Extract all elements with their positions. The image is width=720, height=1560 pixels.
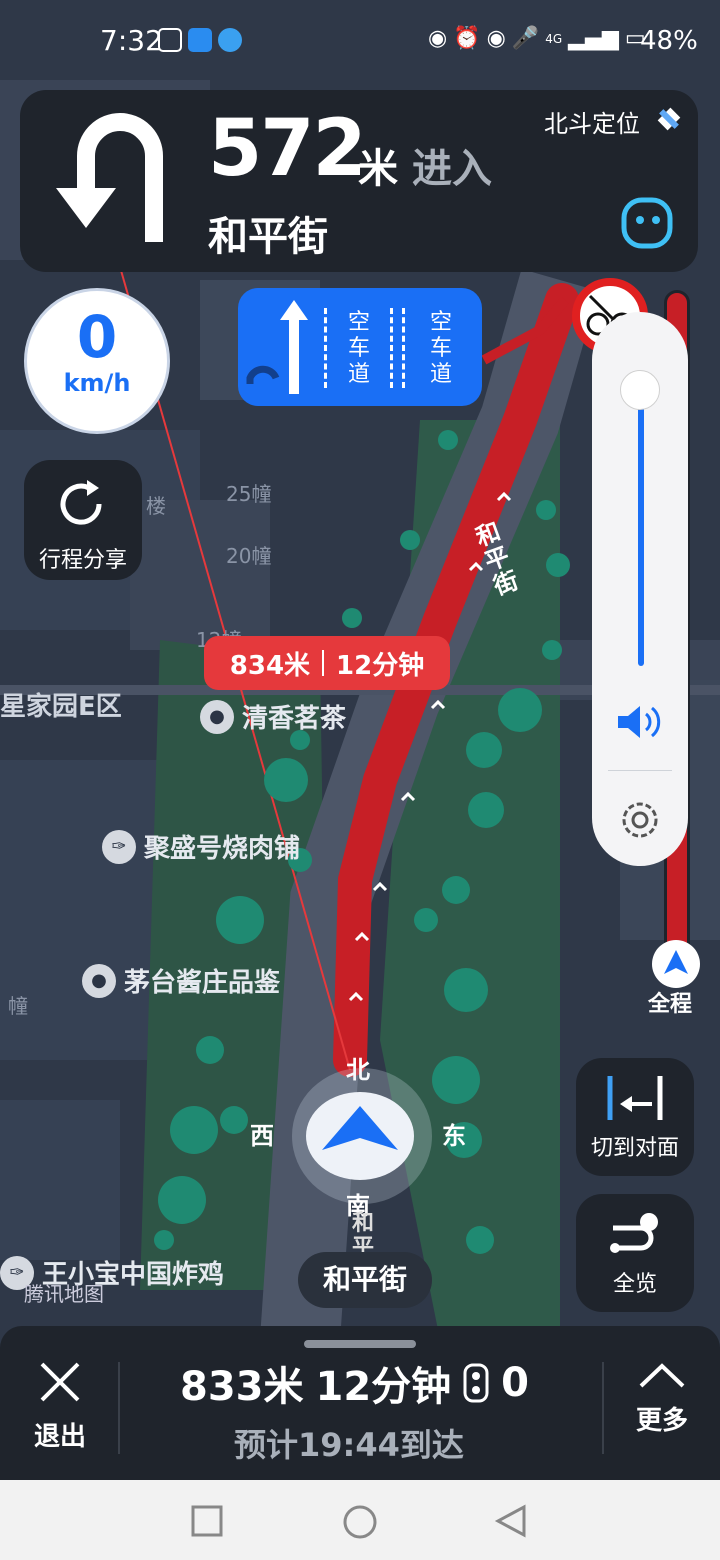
position-indicator xyxy=(292,1068,432,1204)
remaining-badge: 834米 12分钟 xyxy=(204,636,450,690)
switch-side-icon xyxy=(607,1076,663,1120)
drag-handle[interactable] xyxy=(304,1340,416,1348)
search-app-icon xyxy=(188,28,212,52)
current-street-pill: 和平街 xyxy=(298,1252,432,1308)
volume-slider-knob[interactable] xyxy=(620,370,660,410)
turn-instruction-card[interactable]: 572 米 进入 和平街 北斗定位 xyxy=(20,90,698,272)
distance-unit: 米 xyxy=(358,146,398,192)
speaker-icon[interactable] xyxy=(616,702,666,742)
building-label: 楼 xyxy=(146,494,166,518)
lane-divider xyxy=(324,308,327,388)
poi-qingxiang[interactable]: ● 清香茗茶 xyxy=(200,698,346,735)
eta-text: 预计19:44到达 xyxy=(234,1426,464,1464)
poi-label: 聚盛号烧肉铺 xyxy=(144,834,301,864)
location-icon: ◉ xyxy=(486,26,506,51)
trip-summary: 833米 12分钟 0 xyxy=(180,1354,529,1412)
volume-slider-track[interactable] xyxy=(638,390,644,666)
traffic-light-icon xyxy=(463,1363,489,1403)
restaurant-icon: ✑ xyxy=(102,829,136,864)
next-road: 和平街 xyxy=(208,214,328,260)
shop-icon: ● xyxy=(200,699,234,734)
panel-divider xyxy=(608,770,672,771)
lane-label: 空车道 xyxy=(429,310,452,387)
system-icons: ◉ ⏰ ◉ 🎤 4G ▂▄▆ ▭ xyxy=(428,26,646,51)
battery-level: 48% xyxy=(640,26,698,56)
exit-button[interactable]: 退出 xyxy=(24,1360,96,1453)
eye-icon: ◉ xyxy=(428,26,448,51)
signal-icon: ▂▄▆ xyxy=(568,26,619,51)
compass-east: 东 xyxy=(442,1122,466,1150)
map-watermark: 腾讯地图 xyxy=(24,1282,104,1306)
divider xyxy=(118,1362,120,1454)
mic-icon: 🎤 xyxy=(511,26,540,51)
chevron-up-icon xyxy=(639,1363,685,1388)
separator xyxy=(322,650,325,676)
voice-assistant-icon[interactable] xyxy=(620,196,674,250)
remaining-distance: 834米 xyxy=(229,650,311,681)
lane-divider xyxy=(402,308,405,388)
remaining-time: 12分钟 xyxy=(336,650,425,681)
close-icon xyxy=(40,1362,80,1402)
speed-value: 0 xyxy=(76,303,118,371)
area-label: 星家园E区 xyxy=(0,686,122,723)
full-view-button[interactable]: 全览 xyxy=(576,1194,694,1312)
lane-uturn-straight-icon xyxy=(246,300,308,394)
lane-guidance: 空车道 空车道 xyxy=(238,288,482,406)
full-view-label: 全览 xyxy=(612,1272,657,1297)
switch-label: 切到对面 xyxy=(590,1136,679,1161)
share-icon xyxy=(60,480,102,525)
speed-unit: km/h xyxy=(63,369,131,397)
poi-label: 茅台酱庄品鉴 xyxy=(124,968,281,998)
route-overview-icon xyxy=(610,1213,658,1253)
summary-time: 12分钟 xyxy=(315,1364,452,1410)
browser-app-icon xyxy=(218,28,242,52)
lane-divider xyxy=(390,308,393,388)
divider xyxy=(602,1362,604,1454)
turn-action: 进入 xyxy=(412,146,492,192)
home-icon[interactable] xyxy=(342,1504,378,1540)
recent-apps-icon[interactable] xyxy=(190,1504,224,1538)
switch-direction-button[interactable]: 切到对面 xyxy=(576,1058,694,1176)
bottom-panel[interactable]: 退出 833米 12分钟 0 预计19:44到达 更多 xyxy=(0,1326,720,1480)
network-label: 4G xyxy=(545,31,563,46)
traffic-light-count: 0 xyxy=(501,1360,530,1406)
satellite-icon xyxy=(657,107,681,131)
compass-west: 西 xyxy=(250,1122,274,1150)
system-navigation-bar xyxy=(0,1480,720,1560)
building-label: 幢 xyxy=(8,994,28,1018)
notification-icons xyxy=(158,28,242,52)
clock: 7:32 xyxy=(100,24,163,57)
u-turn-icon xyxy=(56,113,163,242)
more-label: 更多 xyxy=(635,1406,688,1436)
exit-label: 退出 xyxy=(33,1422,86,1452)
more-button[interactable]: 更多 xyxy=(626,1360,698,1437)
building-label: 20幢 xyxy=(226,544,272,568)
gear-icon[interactable] xyxy=(618,798,662,842)
navigation-arrow-icon xyxy=(322,1106,398,1150)
shop-icon: ● xyxy=(82,963,116,998)
summary-distance: 833米 xyxy=(180,1364,304,1410)
alarm-icon: ⏰ xyxy=(453,26,481,51)
trip-share-button[interactable]: 行程分享 xyxy=(24,460,142,580)
lane-label: 空车道 xyxy=(347,310,370,387)
status-bar: 7:32 ◉ ⏰ ◉ 🎤 4G ▂▄▆ ▭ 48% xyxy=(0,0,720,84)
overview-label[interactable]: 全程 xyxy=(648,986,692,1018)
poi-maotai[interactable]: ● 茅台酱庄品鉴 xyxy=(82,962,280,999)
building-label: 25幢 xyxy=(226,482,272,506)
compass-app-icon xyxy=(158,28,182,52)
area-label-text: 星家园E区 xyxy=(0,692,122,722)
share-label: 行程分享 xyxy=(38,548,127,573)
poi-label: 清香茗茶 xyxy=(242,704,347,734)
positioning-label: 北斗定位 xyxy=(544,110,640,138)
back-icon[interactable] xyxy=(494,1504,528,1538)
speedometer: 0 km/h xyxy=(24,288,170,434)
poi-jusheng[interactable]: ✑ 聚盛号烧肉铺 xyxy=(102,828,300,865)
arrow-icon xyxy=(664,950,688,974)
turn-distance: 572 xyxy=(208,104,367,194)
volume-panel[interactable] xyxy=(592,312,688,866)
overview-arrow-icon[interactable] xyxy=(652,940,700,988)
